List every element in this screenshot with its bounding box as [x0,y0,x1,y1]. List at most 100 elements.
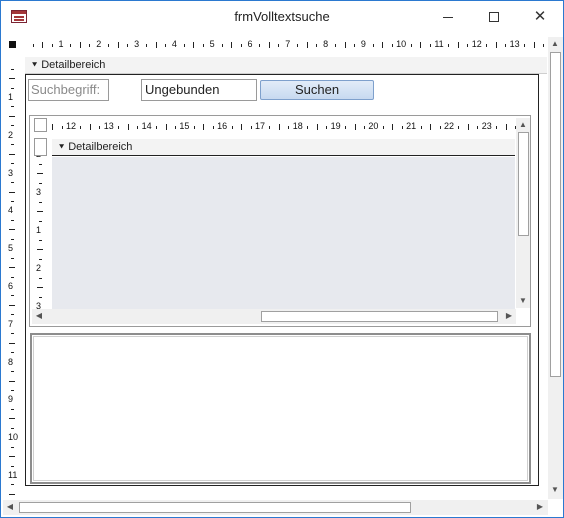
vertical-ruler[interactable]: 1 2 3 4 5 6 7 8 9 10 11 [4,57,20,501]
subform-detail-area[interactable] [52,157,515,309]
ruler-tick [11,389,14,391]
subform-section-selector[interactable] [34,138,47,156]
ruler-tick [306,42,308,48]
ruler-tick [430,124,432,130]
ruler-label: 20 [368,121,379,131]
ruler-tick [288,126,290,129]
ruler-label: 1 [36,225,42,235]
ruler-tick [457,42,459,48]
ruler-tick [9,229,15,231]
ruler-tick [11,333,14,335]
ruler-tick [118,126,120,129]
ruler-tick [353,44,355,47]
ruler-label: 5 [209,39,215,49]
ruler-tick [477,126,479,129]
subform-section-header[interactable]: ⯆ Detailbereich [52,139,515,156]
ruler-tick [11,182,14,184]
scroll-down-icon[interactable]: ▼ [516,294,530,308]
ruler-tick [164,44,166,47]
ruler-label: 10 [8,432,19,443]
ruler-tick [259,44,261,47]
ruler-label: 2 [36,263,42,273]
ruler-label: 11 [8,470,18,480]
vscroll-thumb[interactable] [550,52,561,377]
ruler-label: 1 [8,92,14,102]
subform-horizontal-scrollbar[interactable]: ◀ ▶ [32,309,516,324]
ruler-tick [221,44,223,47]
ruler-tick [392,124,394,130]
search-button[interactable]: Suchen [260,80,374,100]
ruler-tick [117,42,119,48]
ruler-tick [241,124,243,130]
ruler-label: 10 [396,39,407,49]
ruler-tick [70,44,72,47]
ruler-tick [9,78,15,80]
subform-vertical-scrollbar[interactable]: ▲ ▼ [516,118,530,308]
ruler-tick [9,418,15,420]
minimize-button[interactable] [425,1,471,33]
ruler-label: 8 [323,39,329,49]
close-button[interactable]: ✕ [517,1,563,33]
hscroll-thumb[interactable] [19,502,411,513]
ruler-tick [39,163,42,165]
title-bar[interactable]: frmVolltextsuche ✕ [1,1,563,33]
ruler-tick [11,408,14,410]
ruler-tick [137,126,139,129]
ruler-tick [89,44,91,47]
ruler-tick [250,126,252,129]
ruler-tick [448,44,450,47]
scroll-down-icon[interactable]: ▼ [548,483,562,497]
ruler-tick [193,126,195,129]
ruler-label: 13 [509,39,520,49]
scroll-up-icon[interactable]: ▲ [548,37,562,51]
ruler-tick [127,124,129,130]
detail-section-header[interactable]: ⯆ Detailbereich [25,57,547,74]
ruler-label: 6 [8,281,14,291]
subform-control[interactable]: 121314151617181920212223 23123 ⯆Detailbe… [29,115,531,327]
ruler-tick [326,126,328,129]
ruler-tick [391,44,393,47]
ruler-tick [39,239,42,241]
ruler-tick [9,342,15,344]
ruler-tick [32,44,34,47]
ruler-label: 9 [8,394,14,405]
subform-hscroll-thumb[interactable] [261,311,498,322]
horizontal-ruler[interactable]: 1 2 3 4 5 6 7 8 9 10 11 12 13 [21,37,547,53]
vertical-scrollbar[interactable]: ▲ ▼ [548,37,563,499]
subform-vscroll-thumb[interactable] [518,132,529,236]
scroll-left-icon[interactable]: ◀ [3,500,17,514]
ruler-label: 1 [58,39,64,49]
subform-selector[interactable] [34,118,47,132]
ruler-label: 3 [8,167,14,178]
results-textbox[interactable] [30,333,531,484]
scroll-up-icon[interactable]: ▲ [516,118,530,132]
ruler-tick [316,44,318,47]
search-term-label: Suchbegriff: [28,79,109,101]
maximize-button[interactable] [471,1,517,33]
ruler-label: 11 [434,39,444,49]
ruler-tick [39,220,42,222]
ruler-tick [11,106,14,108]
detail-section-label: Detailbereich [41,59,106,71]
scroll-left-icon[interactable]: ◀ [32,309,46,323]
ruler-tick [37,287,43,288]
ruler-label: 8 [8,356,14,367]
ruler-tick [11,276,14,278]
ruler-tick [420,42,422,48]
horizontal-scrollbar[interactable]: ◀ ▶ [3,500,548,515]
scroll-right-icon[interactable]: ▶ [533,500,547,514]
ruler-tick [307,126,309,129]
ruler-tick [401,126,403,129]
search-term-field[interactable]: Ungebunden [141,79,257,101]
ruler-tick [79,42,81,48]
ruler-tick [39,201,42,203]
ruler-tick [165,124,167,130]
ruler-tick [344,42,346,48]
ruler-label: 3 [134,39,140,49]
ruler-tick [9,304,15,306]
form-selector[interactable] [9,41,16,48]
ruler-tick [127,44,129,47]
ruler-label: 16 [217,121,228,131]
scroll-right-icon[interactable]: ▶ [502,309,516,323]
ruler-label: 19 [330,121,341,131]
